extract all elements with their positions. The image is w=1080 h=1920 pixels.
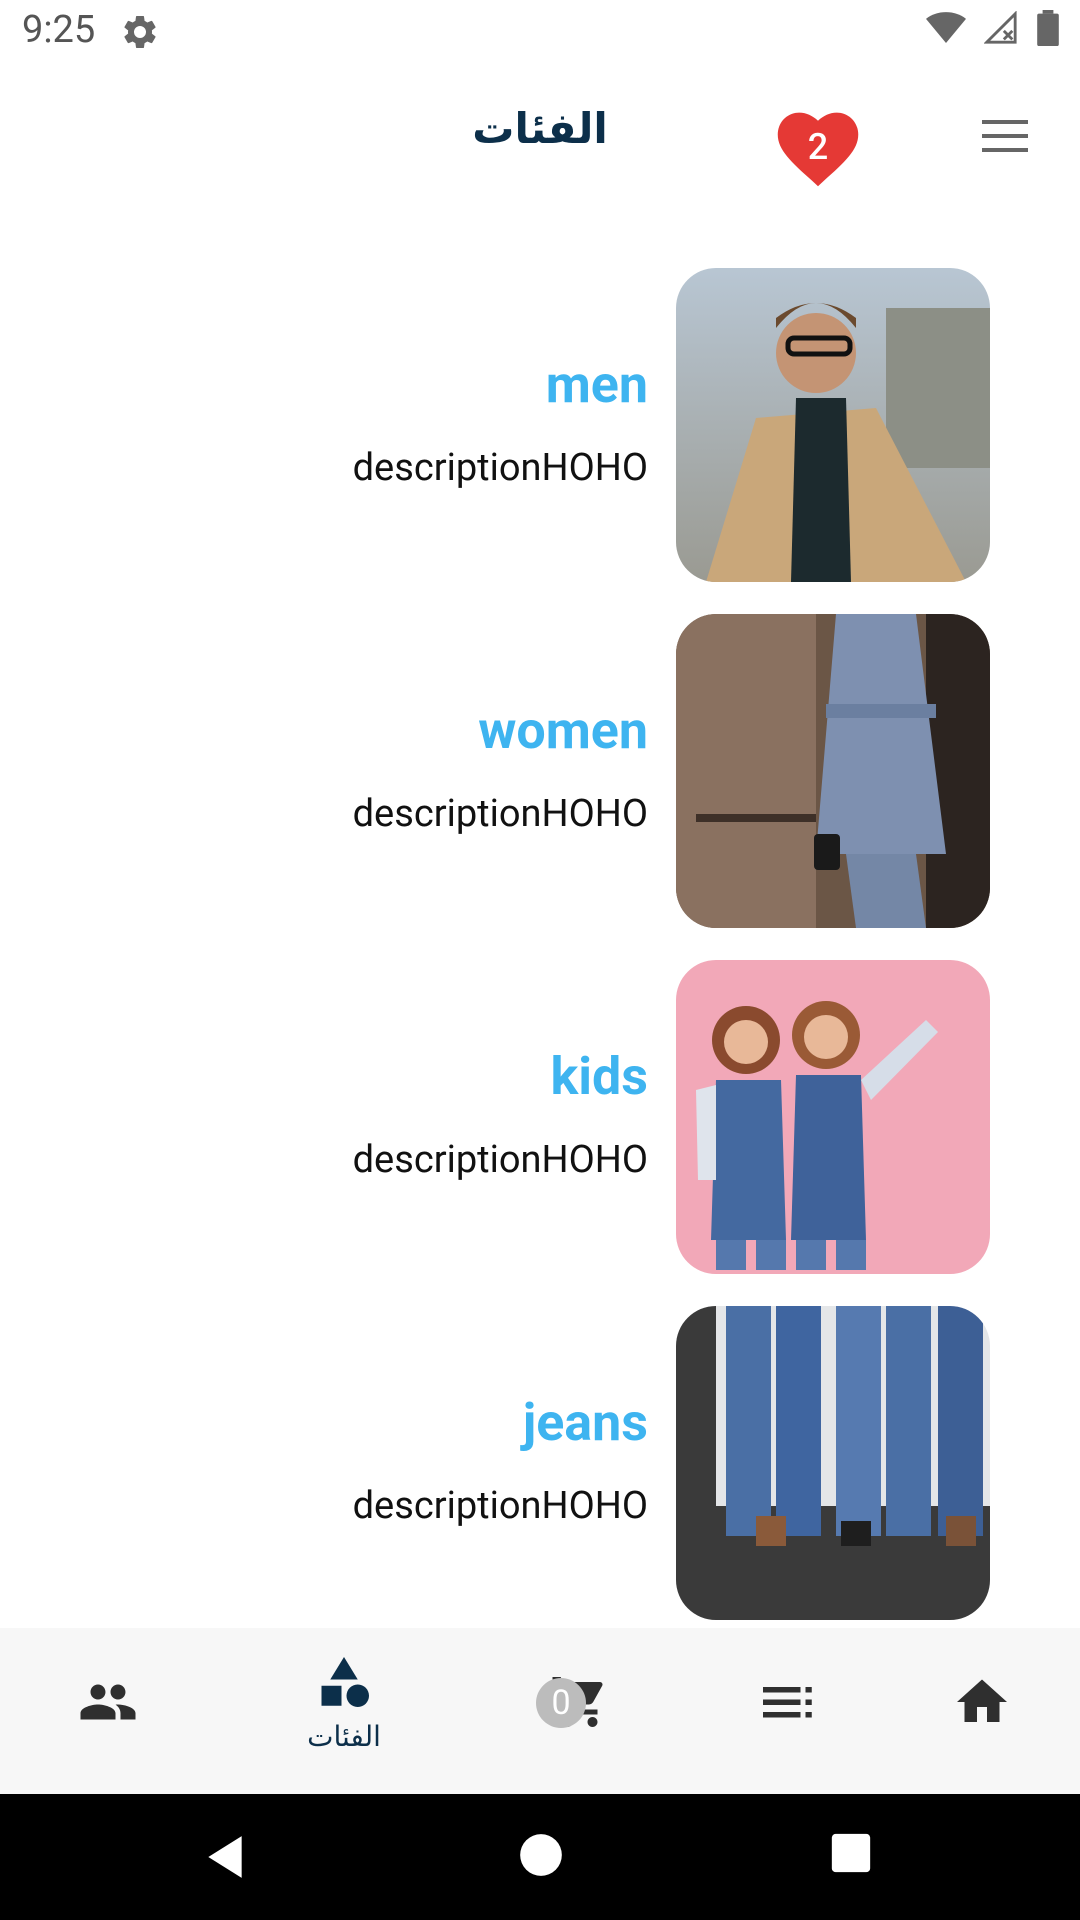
status-time: 9:25 xyxy=(22,8,96,52)
category-description: descriptionHOHO xyxy=(352,1138,648,1182)
status-bar: 9:25 xyxy=(0,0,1080,64)
wifi-icon xyxy=(926,12,966,43)
men-category-image xyxy=(676,268,990,582)
list-icon xyxy=(763,1687,812,1718)
system-navigation-bar xyxy=(0,1794,1080,1920)
category-title: women xyxy=(478,700,648,761)
category-title: men xyxy=(545,354,648,415)
page-title: الفئات xyxy=(472,104,608,153)
home-circle-icon[interactable] xyxy=(516,1830,566,1880)
nav-label-categories: الفئات xyxy=(307,1720,381,1753)
status-icons xyxy=(926,10,1060,46)
hamburger-menu-icon[interactable] xyxy=(980,116,1030,156)
category-title: jeans xyxy=(522,1392,648,1453)
cart-count-badge: 0 xyxy=(536,1678,586,1728)
category-title: kids xyxy=(550,1046,648,1107)
favorites-count-badge: 2 xyxy=(807,126,829,168)
bottom-nav: الفئات 0 xyxy=(0,1628,1080,1794)
people-icon xyxy=(80,1684,136,1720)
category-description: descriptionHOHO xyxy=(352,1484,648,1528)
kids-category-image xyxy=(676,960,990,1274)
app-bar: الفئات 2 xyxy=(0,64,1080,214)
category-description: descriptionHOHO xyxy=(352,446,648,490)
categories-icon xyxy=(321,1657,369,1707)
nav-item-categories[interactable]: الفئات xyxy=(236,1628,452,1794)
recents-square-icon[interactable] xyxy=(828,1830,874,1876)
nav-item-home[interactable] xyxy=(874,1628,1080,1794)
home-icon xyxy=(957,1679,1007,1722)
settings-icon xyxy=(124,15,156,48)
nav-item-list[interactable] xyxy=(676,1628,892,1794)
women-category-image xyxy=(676,614,990,928)
category-description: descriptionHOHO xyxy=(352,792,648,836)
battery-icon xyxy=(1037,10,1059,46)
nav-item-people[interactable] xyxy=(0,1628,216,1794)
jeans-category-image xyxy=(676,1306,990,1620)
category-card-kids[interactable]: kids descriptionHOHO xyxy=(0,960,1080,1274)
category-card-women[interactable]: women descriptionHOHO xyxy=(0,614,1080,928)
category-card-men[interactable]: men descriptionHOHO xyxy=(0,268,1080,582)
back-triangle-icon[interactable] xyxy=(200,1832,250,1882)
signal-icon xyxy=(984,11,1017,44)
category-card-jeans[interactable]: jeans descriptionHOHO xyxy=(0,1306,1080,1620)
